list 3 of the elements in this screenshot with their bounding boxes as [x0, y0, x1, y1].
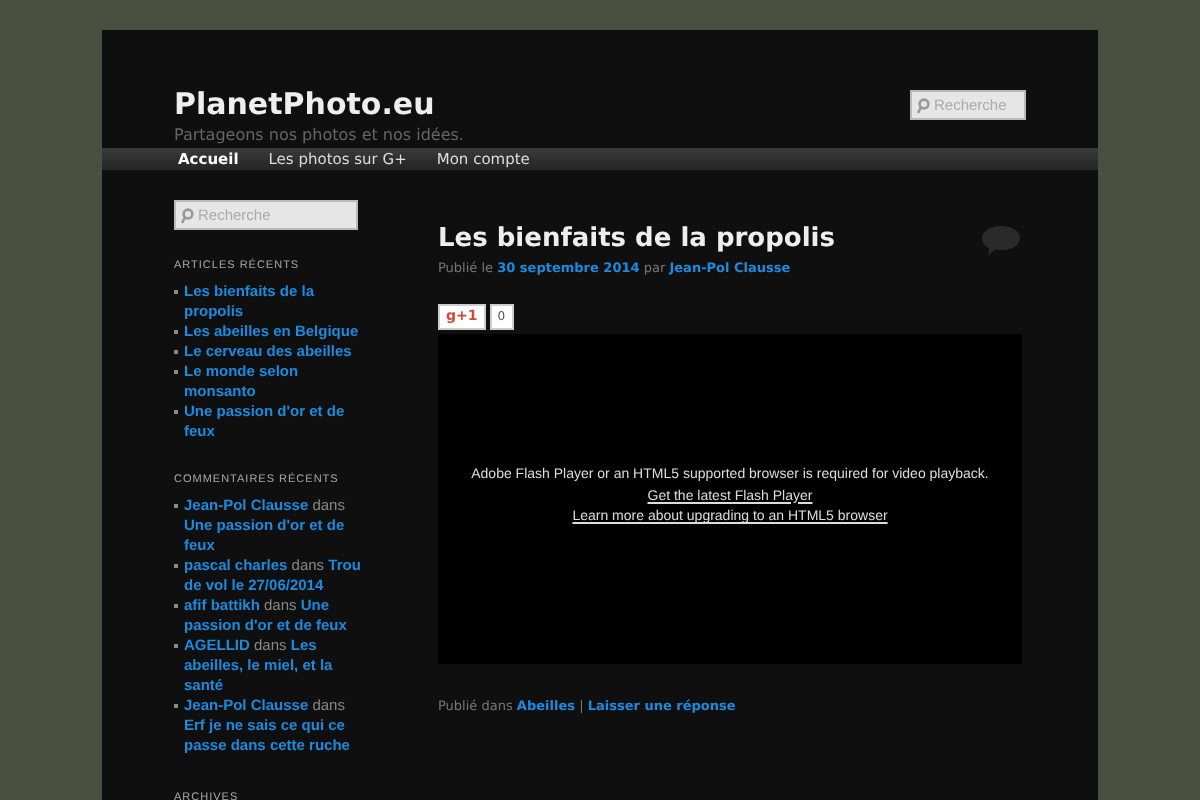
- post-title[interactable]: Les bienfaits de la propolis: [438, 224, 835, 257]
- site-title[interactable]: PlanetPhoto.eu: [174, 86, 464, 122]
- site-tagline: Partageons nos photos et nos idées.: [174, 124, 464, 148]
